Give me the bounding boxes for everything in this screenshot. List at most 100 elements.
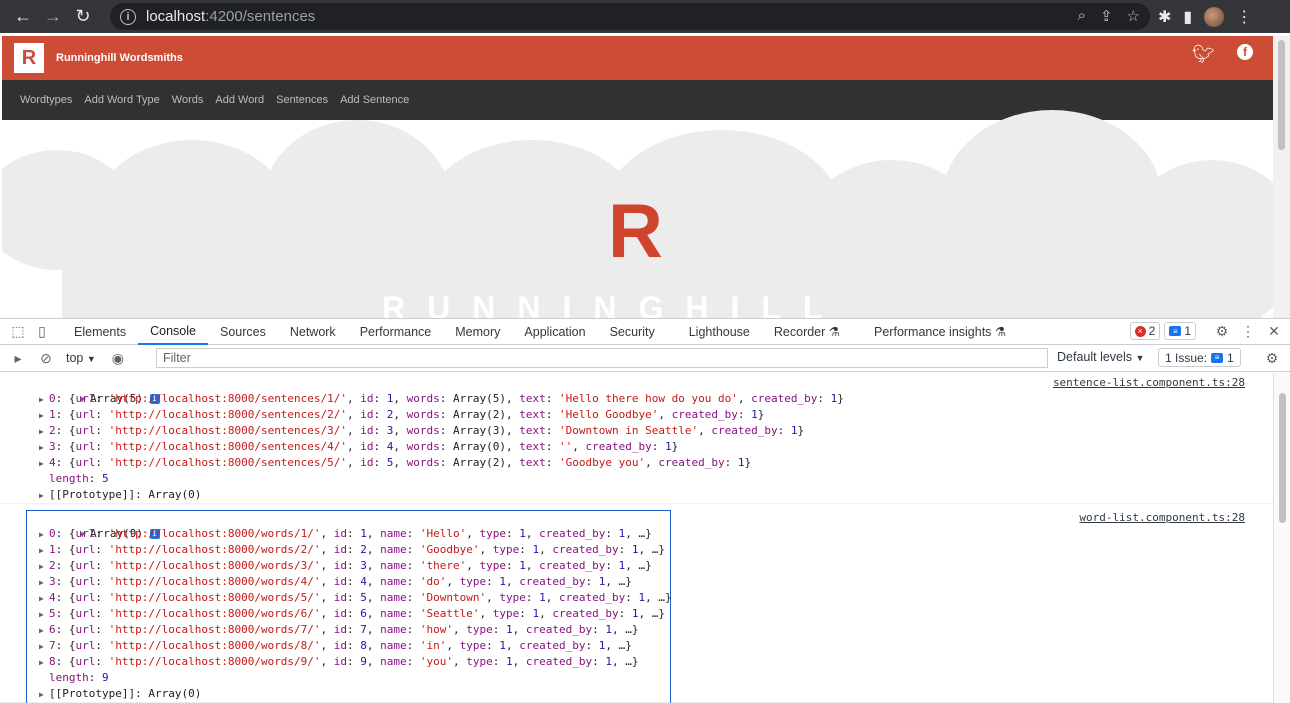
tab-recorder[interactable]: Recorder ⚗ [762, 319, 852, 345]
inspect-element-icon[interactable]: ⬚ [10, 323, 26, 340]
expand-triangle-icon[interactable]: ▶ [39, 488, 49, 504]
device-toolbar-icon[interactable]: ▯ [34, 323, 50, 340]
side-panel-icon[interactable]: ▮ [1183, 7, 1192, 27]
bookmark-star-icon[interactable]: ☆ [1127, 7, 1140, 25]
prototype-row[interactable]: ▶ [[Prototype]]: Array(0) [0, 487, 1273, 503]
facebook-icon[interactable]: f [1237, 44, 1253, 60]
value-url: 'http://localhost:8000/words/1/' [108, 527, 321, 540]
clear-console-icon[interactable]: ⊘ [38, 350, 54, 366]
expand-triangle-icon[interactable]: ▶ [39, 591, 49, 607]
tab-performance[interactable]: Performance [348, 319, 444, 345]
console-row[interactable]: ▶ 5: {url: 'http://localhost:8000/words/6… [0, 606, 1273, 622]
devtools-menu-icon[interactable]: ⋮ [1240, 323, 1256, 339]
console-scrollbar[interactable] [1273, 373, 1290, 703]
settings-gear-icon[interactable]: ⚙ [1214, 323, 1230, 339]
reload-icon[interactable]: ↻ [68, 2, 98, 32]
value-name: 'do' [419, 575, 447, 588]
console-row[interactable]: ▶ 6: {url: 'http://localhost:8000/words/7… [0, 622, 1273, 638]
zoom-icon[interactable]: ⌕ [1078, 7, 1086, 25]
console-row[interactable]: ▶ 4: {url: 'http://localhost:8000/sentenc… [0, 455, 1273, 471]
expand-triangle-icon[interactable]: ▶ [39, 424, 49, 440]
value-id: 1 [386, 392, 394, 405]
value-url: 'http://localhost:8000/sentences/5/' [108, 456, 348, 469]
value-type: 1 [519, 559, 526, 572]
issues-button[interactable]: 1 Issue: ≡ 1 [1158, 348, 1241, 367]
tab-application[interactable]: Application [512, 319, 597, 345]
source-link[interactable]: sentence-list.component.ts:28 [1053, 375, 1245, 391]
page-scrollbar-thumb[interactable] [1278, 40, 1285, 150]
nav-item-add-word[interactable]: Add Word [215, 94, 264, 106]
console-row[interactable]: ▶ 7: {url: 'http://localhost:8000/words/8… [0, 638, 1273, 654]
console-scrollbar-thumb[interactable] [1279, 393, 1286, 523]
site-info-icon[interactable]: i [120, 8, 136, 25]
site-title[interactable]: Runninghill Wordsmiths [56, 52, 183, 64]
console-row[interactable]: ▶ 8: {url: 'http://localhost:8000/words/9… [0, 654, 1273, 670]
message-count-badge[interactable]: ≡ 1 [1164, 322, 1196, 340]
console-row[interactable]: ▶ 3: {url: 'http://localhost:8000/sentenc… [0, 439, 1273, 455]
expand-triangle-icon[interactable]: ▶ [39, 639, 49, 655]
log-levels-dropdown[interactable]: Default levels ▼ [1057, 350, 1144, 364]
expand-triangle-icon[interactable]: ▶ [39, 543, 49, 559]
console-settings-gear-icon[interactable]: ⚙ [1264, 350, 1280, 366]
expand-triangle-icon[interactable]: ▶ [39, 456, 49, 472]
back-icon[interactable]: ← [8, 2, 38, 32]
close-devtools-icon[interactable]: ✕ [1266, 323, 1282, 339]
console-row[interactable]: ▶ 2: {url: 'http://localhost:8000/sentenc… [0, 423, 1273, 439]
console-row[interactable]: ▶ 1: {url: 'http://localhost:8000/sentenc… [0, 407, 1273, 423]
expand-triangle-icon[interactable]: ▶ [39, 559, 49, 575]
console-row[interactable]: ▶ 0: {url: 'http://localhost:8000/sentenc… [0, 391, 1273, 407]
nav-item-add-sentence[interactable]: Add Sentence [340, 94, 409, 106]
value-words: Array(2) [453, 408, 507, 421]
nav-item-sentences[interactable]: Sentences [276, 94, 328, 106]
nav-item-wordtypes[interactable]: Wordtypes [20, 94, 72, 106]
expand-triangle-icon[interactable]: ▶ [39, 440, 49, 456]
log-header[interactable]: ▼ Array(5) i sentence-list.component.ts:2… [0, 375, 1273, 405]
expand-triangle-icon[interactable]: ▶ [39, 392, 49, 408]
value-id: 3 [386, 424, 394, 437]
error-count-badge[interactable]: × 2 [1129, 322, 1161, 340]
page-scrollbar[interactable] [1273, 36, 1290, 318]
nav-item-add-word-type[interactable]: Add Word Type [84, 94, 159, 106]
forward-icon[interactable]: → [38, 2, 68, 32]
console-row[interactable]: ▶ 4: {url: 'http://localhost:8000/words/5… [0, 590, 1273, 606]
source-link[interactable]: word-list.component.ts:28 [1079, 510, 1245, 526]
tab-console[interactable]: Console [138, 319, 208, 345]
console-row[interactable]: ▶ 3: {url: 'http://localhost:8000/words/4… [0, 574, 1273, 590]
tab-sources[interactable]: Sources [208, 319, 278, 345]
console-row[interactable]: ▶ 1: {url: 'http://localhost:8000/words/2… [0, 542, 1273, 558]
browser-menu-icon[interactable]: ⋮ [1236, 7, 1252, 27]
expand-triangle-icon[interactable]: ▶ [39, 575, 49, 591]
log-header[interactable]: ▼ Array(9) i word-list.component.ts:28 [0, 510, 1273, 540]
site-logo[interactable]: R [14, 43, 44, 73]
web-page: R Runninghill Wordsmiths 🐦︎ f Wordtypes … [2, 36, 1273, 318]
share-icon[interactable]: ⇪ [1100, 7, 1113, 25]
expand-triangle-icon[interactable]: ▶ [39, 623, 49, 639]
expand-triangle-icon[interactable]: ▶ [39, 527, 49, 543]
tab-lighthouse[interactable]: Lighthouse [677, 319, 762, 345]
sidebar-toggle-icon[interactable]: ▸ [10, 350, 26, 366]
twitter-icon[interactable]: 🐦︎ [1192, 44, 1215, 65]
tab-security[interactable]: Security [598, 319, 667, 345]
filter-input[interactable]: Filter [156, 348, 1048, 368]
address-bar[interactable]: i localhost:4200/sentences ⌕ ⇪ ☆ [110, 3, 1150, 30]
key-id: id [360, 408, 374, 421]
profile-avatar[interactable] [1204, 6, 1225, 27]
value-words: Array(3) [453, 424, 507, 437]
console-row[interactable]: ▶ 0: {url: 'http://localhost:8000/words/1… [0, 526, 1273, 542]
context-selector[interactable]: top ▼ [66, 351, 96, 365]
expand-triangle-icon[interactable]: ▶ [39, 607, 49, 623]
tab-elements[interactable]: Elements [62, 319, 138, 345]
expand-triangle-icon[interactable]: ▶ [39, 687, 49, 703]
live-expression-eye-icon[interactable]: ◉ [110, 350, 126, 366]
nav-item-words[interactable]: Words [172, 94, 204, 106]
expand-triangle-icon[interactable]: ▶ [39, 655, 49, 671]
error-count: 2 [1148, 324, 1156, 338]
tab-memory[interactable]: Memory [443, 319, 512, 345]
tab-network[interactable]: Network [278, 319, 348, 345]
tab-performance-insights[interactable]: Performance insights ⚗ [862, 319, 1018, 345]
browser-toolbar: ← → ↻ i localhost:4200/sentences ⌕ ⇪ ☆ ✱… [0, 0, 1290, 33]
extensions-puzzle-icon[interactable]: ✱ [1158, 7, 1171, 27]
prototype-row[interactable]: ▶ [[Prototype]]: Array(0) [0, 686, 1273, 702]
console-row[interactable]: ▶ 2: {url: 'http://localhost:8000/words/3… [0, 558, 1273, 574]
expand-triangle-icon[interactable]: ▶ [39, 408, 49, 424]
